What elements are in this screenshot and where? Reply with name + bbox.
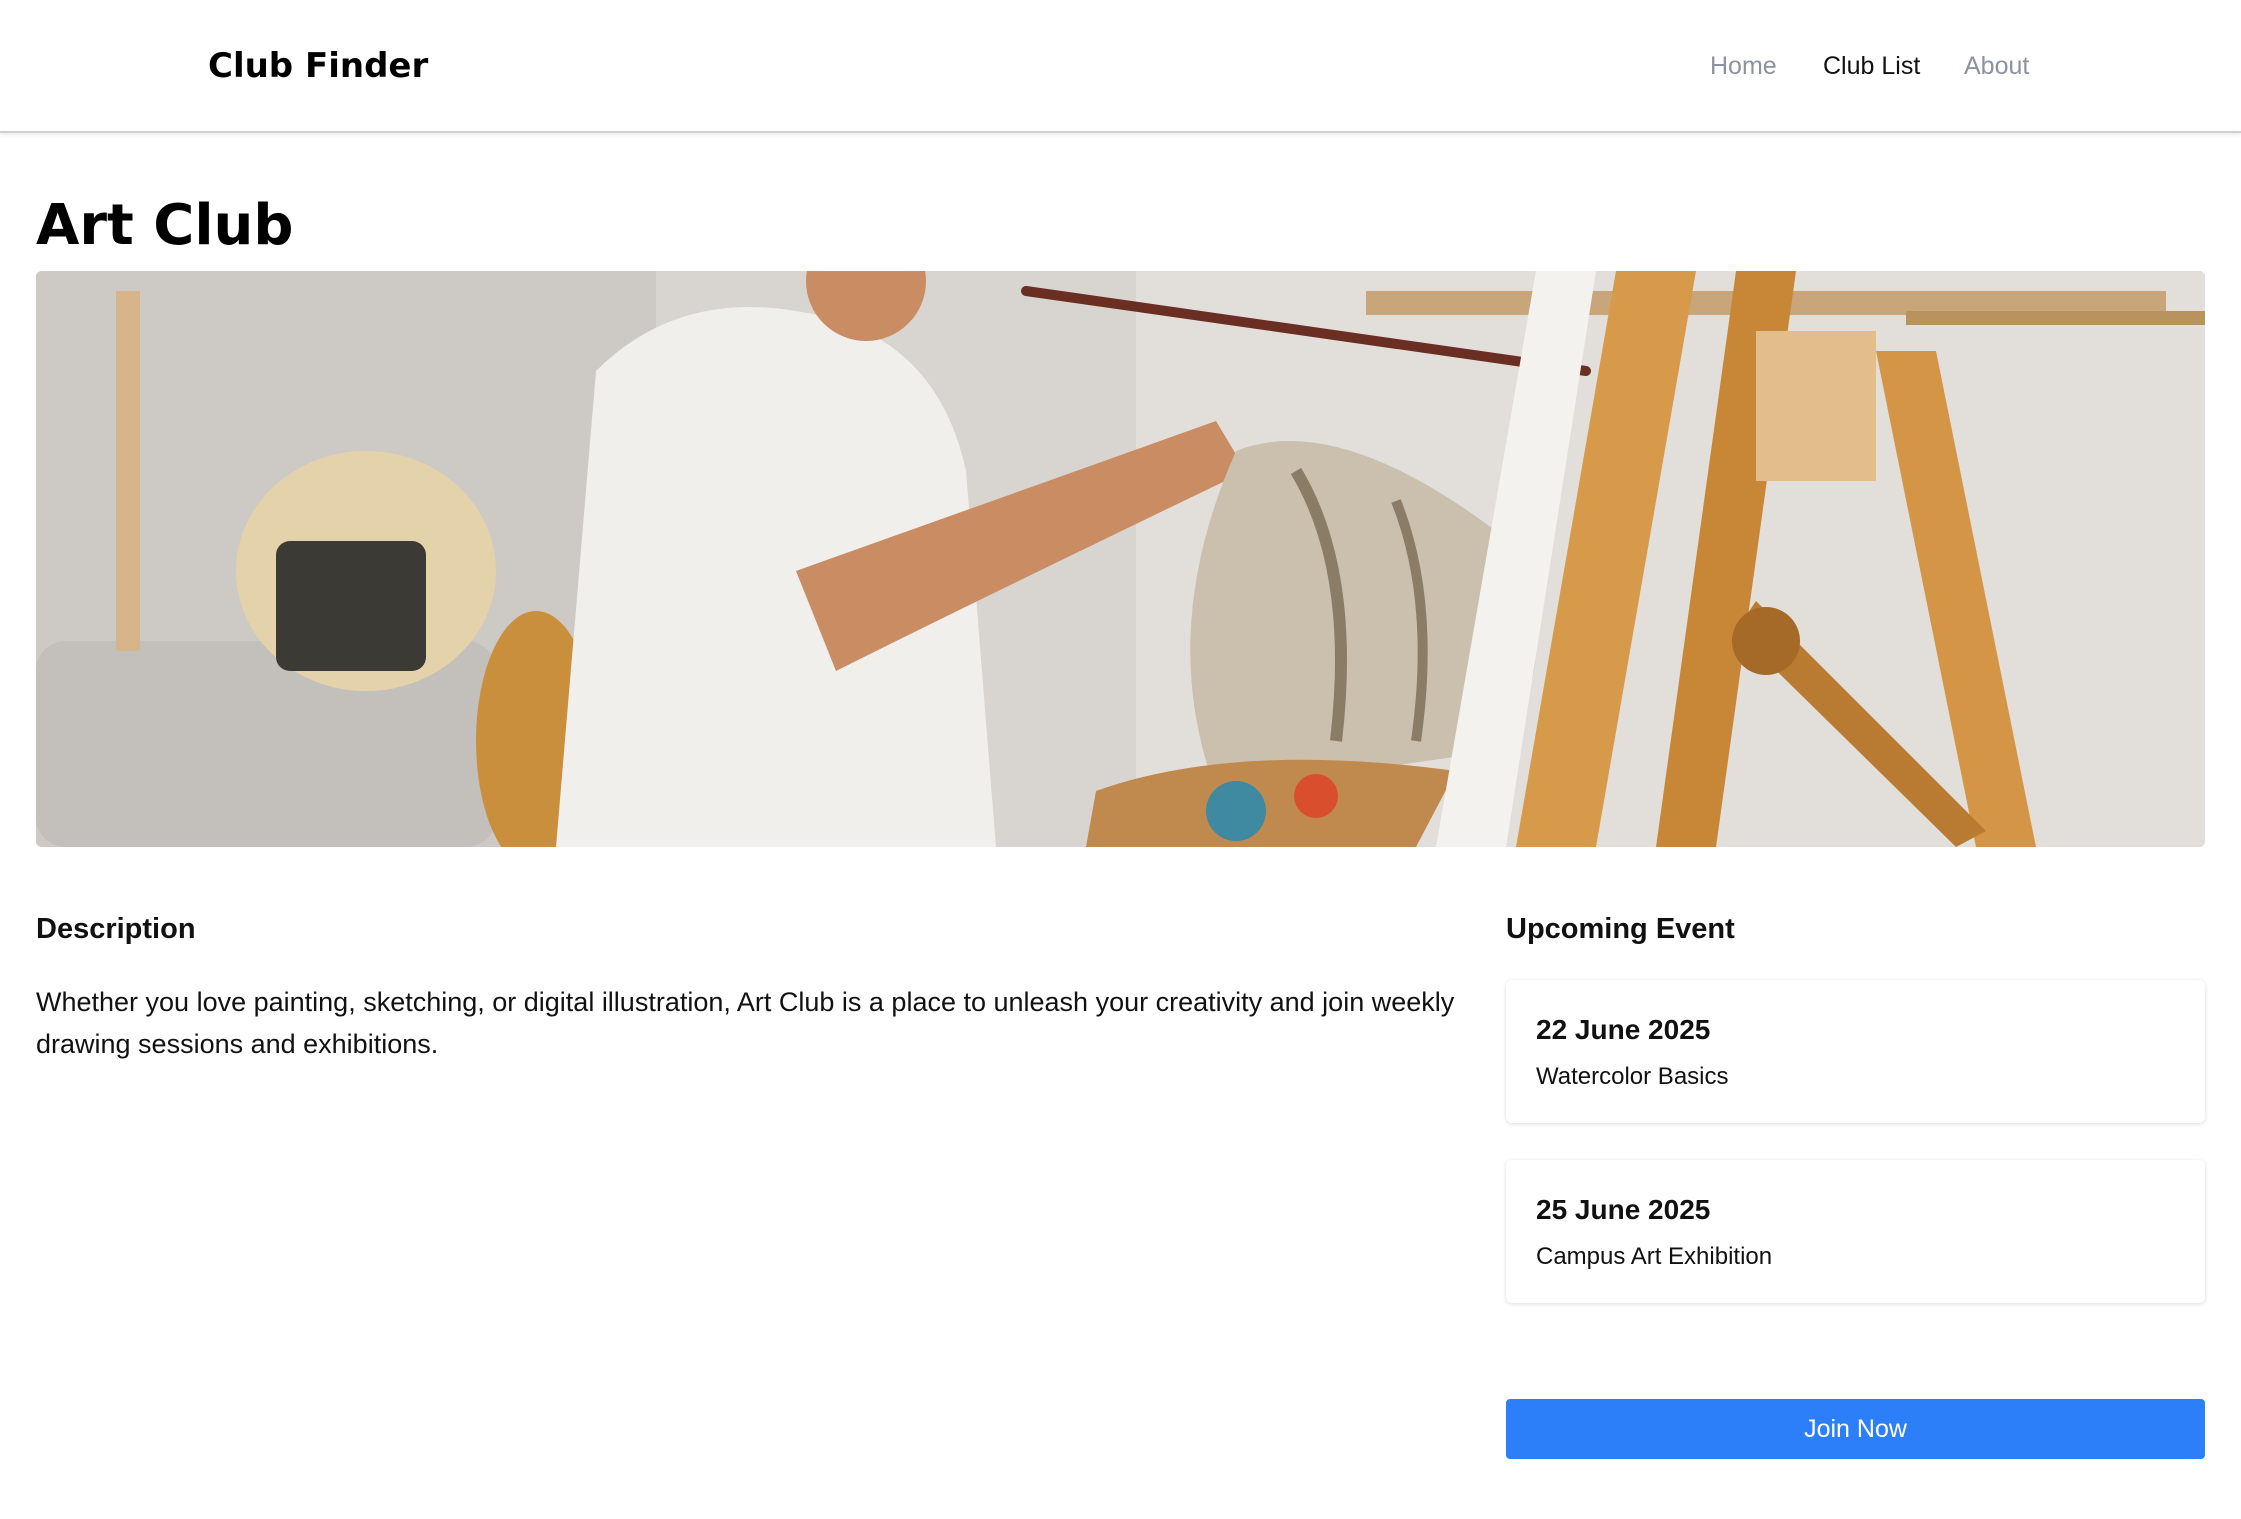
- top-navbar: Club Finder Home Club List About: [0, 0, 2241, 133]
- description-heading: Description: [36, 913, 196, 945]
- club-hero-image: [36, 271, 2205, 847]
- event-card[interactable]: 25 June 2025 Campus Art Exhibition: [1506, 1160, 2205, 1303]
- event-card[interactable]: 22 June 2025 Watercolor Basics: [1506, 980, 2205, 1123]
- event-name: Campus Art Exhibition: [1536, 1243, 1773, 1270]
- nav-link-home[interactable]: Home: [1710, 52, 1777, 81]
- brand-logo-text[interactable]: Club Finder: [208, 46, 428, 86]
- event-date: 25 June 2025: [1536, 1194, 1711, 1225]
- event-date: 22 June 2025: [1536, 1014, 1711, 1045]
- nav-link-about[interactable]: About: [1964, 52, 2029, 81]
- upcoming-event-heading: Upcoming Event: [1506, 913, 1735, 945]
- nav-link-club-list[interactable]: Club List: [1823, 52, 1920, 81]
- join-now-button[interactable]: Join Now: [1506, 1399, 2205, 1459]
- painting-photo-illustration: [36, 271, 2205, 847]
- page-title: Art Club: [36, 193, 294, 258]
- event-name: Watercolor Basics: [1536, 1063, 1729, 1090]
- description-text: Whether you love painting, sketching, or…: [36, 987, 1455, 1059]
